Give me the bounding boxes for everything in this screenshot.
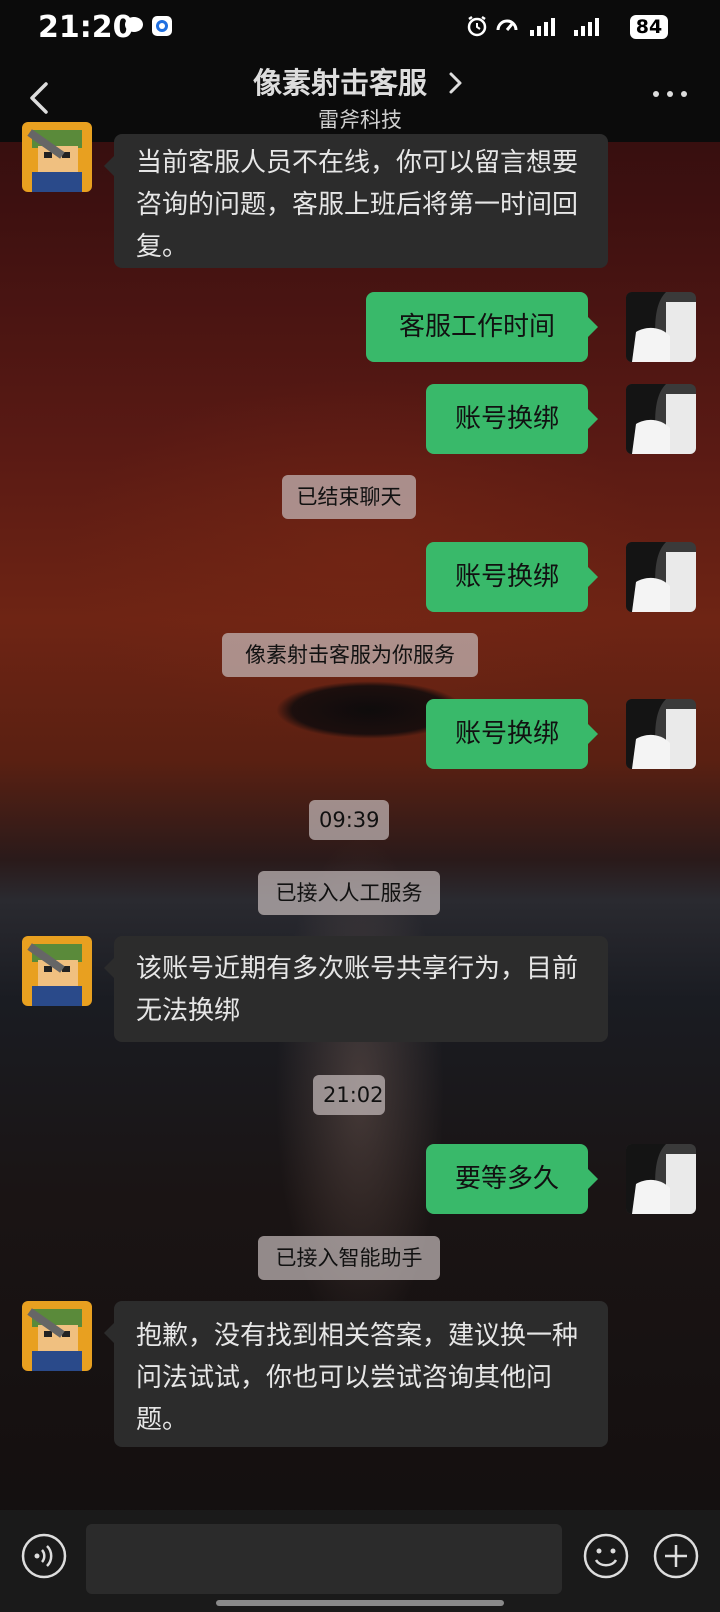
system-notice: 已接入智能助手 bbox=[258, 1236, 440, 1280]
incoming-message: 抱歉，没有找到相关答案，建议换一种问法试试，你也可以尝试咨询其他问题。 bbox=[104, 1301, 608, 1447]
signal-icon bbox=[574, 18, 599, 36]
incoming-message: 当前客服人员不在线，你可以留言想要咨询的问题，客服上班后将第一时间回复。 bbox=[104, 134, 608, 268]
message-input[interactable] bbox=[86, 1524, 562, 1594]
user-avatar[interactable] bbox=[626, 384, 696, 454]
bot-avatar[interactable] bbox=[22, 1301, 92, 1371]
bot-avatar[interactable] bbox=[22, 936, 92, 1006]
chat-header: 像素射击客服 雷斧科技 bbox=[0, 56, 720, 142]
voice-icon[interactable] bbox=[20, 1532, 68, 1580]
chevron-right-icon bbox=[449, 72, 462, 94]
status-time: 21:20 bbox=[38, 10, 134, 45]
user-avatar[interactable] bbox=[626, 699, 696, 769]
timestamp: 09:39 bbox=[309, 800, 389, 840]
outgoing-message: 账号换绑 bbox=[426, 699, 598, 769]
user-avatar[interactable] bbox=[626, 292, 696, 362]
input-bar bbox=[0, 1510, 720, 1612]
system-notice: 已结束聊天 bbox=[282, 475, 416, 519]
battery-icon: 84 bbox=[630, 15, 668, 39]
plus-icon[interactable] bbox=[652, 1532, 700, 1580]
pixel-avatar-icon bbox=[22, 122, 92, 192]
more-icon[interactable] bbox=[650, 84, 690, 104]
outgoing-message: 账号换绑 bbox=[426, 384, 598, 454]
outgoing-message: 账号换绑 bbox=[426, 542, 598, 612]
chat-title[interactable]: 像素射击客服 bbox=[0, 60, 720, 102]
alarm-icon bbox=[467, 15, 487, 37]
emoji-icon[interactable] bbox=[582, 1532, 630, 1580]
pixel-avatar-icon bbox=[22, 1301, 92, 1371]
home-indicator[interactable] bbox=[216, 1600, 504, 1606]
outgoing-message: 客服工作时间 bbox=[366, 292, 598, 362]
user-avatar[interactable] bbox=[626, 1144, 696, 1214]
chat-bubble-icon bbox=[125, 17, 143, 34]
system-notice: 像素射击客服为你服务 bbox=[222, 633, 478, 677]
system-notice: 已接入人工服务 bbox=[258, 871, 440, 915]
user-avatar[interactable] bbox=[626, 542, 696, 612]
user-photo-icon bbox=[626, 1144, 696, 1214]
app-icon bbox=[152, 16, 172, 36]
user-photo-icon bbox=[626, 542, 696, 612]
signal-icon bbox=[530, 18, 555, 36]
speed-icon bbox=[496, 19, 518, 31]
incoming-message: 该账号近期有多次账号共享行为，目前无法换绑 bbox=[104, 936, 608, 1042]
status-bar: 21:20 84 bbox=[0, 0, 720, 56]
user-photo-icon bbox=[626, 699, 696, 769]
timestamp: 21:02 bbox=[313, 1075, 385, 1115]
user-photo-icon bbox=[626, 384, 696, 454]
user-photo-icon bbox=[626, 292, 696, 362]
bot-avatar[interactable] bbox=[22, 122, 92, 192]
outgoing-message: 要等多久 bbox=[426, 1144, 598, 1214]
chat-subtitle: 雷斧科技 bbox=[318, 108, 402, 132]
pixel-avatar-icon bbox=[22, 936, 92, 1006]
chat-title-text: 像素射击客服 bbox=[252, 66, 427, 100]
